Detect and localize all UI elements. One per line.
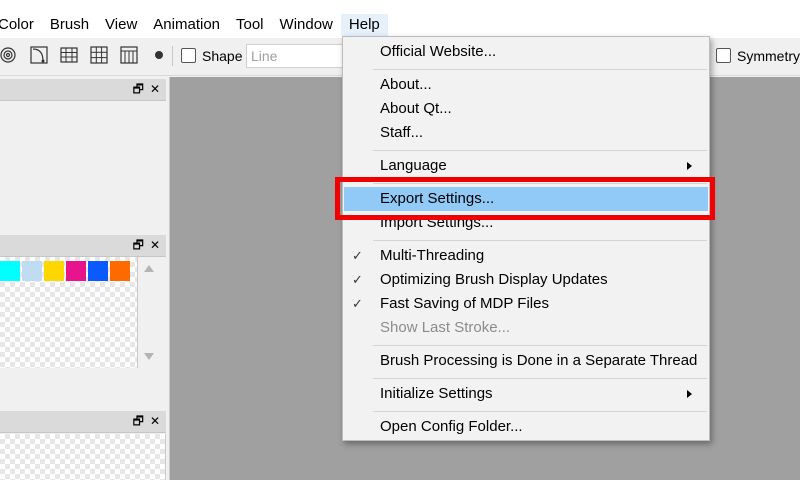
submenu-arrow-icon <box>687 390 692 398</box>
swatch-magenta[interactable] <box>66 261 86 281</box>
menu-initialize-settings[interactable]: Initialize Settings <box>344 382 708 406</box>
menu-window[interactable]: Window <box>272 14 341 36</box>
menu-view[interactable]: View <box>97 14 145 36</box>
scroll-down-icon[interactable] <box>144 353 154 360</box>
menu-separator <box>373 378 707 379</box>
swatch-yellow[interactable] <box>44 261 64 281</box>
checkmark-icon: ✓ <box>352 272 363 287</box>
menu-brush-processing-thread[interactable]: Brush Processing is Done in a Separate T… <box>344 349 708 373</box>
swatch-blue[interactable] <box>88 261 108 281</box>
menu-staff[interactable]: Staff... <box>344 121 708 145</box>
help-menu-dropdown: Official Website... About... About Qt...… <box>342 36 710 441</box>
perspective-grid-icon[interactable] <box>119 45 139 65</box>
shape-select[interactable]: Line <box>246 44 346 68</box>
menu-animation[interactable]: Animation <box>145 14 228 36</box>
panel-title-bar: 🗗 ✕ <box>0 235 166 257</box>
menu-color[interactable]: Color <box>0 14 42 36</box>
menu-multi-threading[interactable]: ✓ Multi-Threading <box>344 244 708 268</box>
close-panel-icon[interactable]: ✕ <box>150 414 160 428</box>
menu-bar-items: Color Brush View Animation Tool Window H… <box>0 14 388 36</box>
scroll-up-icon[interactable] <box>144 265 154 272</box>
float-panel-icon[interactable]: 🗗 <box>133 82 144 96</box>
menu-about-qt[interactable]: About Qt... <box>344 97 708 121</box>
menu-language[interactable]: Language <box>344 154 708 178</box>
menu-brush[interactable]: Brush <box>42 14 97 36</box>
shape-checkbox[interactable] <box>181 48 196 63</box>
menu-help[interactable]: Help <box>340 14 388 36</box>
curve-ruler-icon[interactable] <box>29 45 49 65</box>
menu-separator <box>373 69 707 70</box>
swatch-light-blue[interactable] <box>22 261 42 281</box>
menu-separator <box>373 411 707 412</box>
annotation-highlight-box <box>335 177 715 220</box>
parallel-grid-icon[interactable] <box>59 45 79 65</box>
panel-title-bar: 🗗 ✕ <box>0 79 166 101</box>
menu-official-website[interactable]: Official Website... <box>344 40 708 64</box>
swatch-orange[interactable] <box>110 261 130 281</box>
palette-scrollbar[interactable] <box>140 257 158 368</box>
menu-separator <box>373 240 707 241</box>
preview-panel[interactable] <box>0 434 166 480</box>
menu-separator <box>373 345 707 346</box>
menu-show-last-stroke: Show Last Stroke... <box>380 319 511 336</box>
dot-icon[interactable] <box>149 45 169 65</box>
submenu-arrow-icon <box>687 162 692 170</box>
swatch-cyan[interactable] <box>0 261 20 281</box>
symmetry-checkbox[interactable] <box>716 48 731 63</box>
menu-tool[interactable]: Tool <box>228 14 272 36</box>
toolbar-separator <box>172 46 173 66</box>
grid-icon[interactable] <box>89 45 109 65</box>
symmetry-label: Symmetry <box>737 48 800 64</box>
float-panel-icon[interactable]: 🗗 <box>133 414 144 428</box>
panel-title-bar: 🗗 ✕ <box>0 411 166 433</box>
checkmark-icon: ✓ <box>352 248 363 263</box>
close-panel-icon[interactable]: ✕ <box>150 82 160 96</box>
concentric-ruler-icon[interactable] <box>0 45 20 65</box>
checkmark-icon: ✓ <box>352 296 363 311</box>
shape-label: Shape <box>202 48 243 64</box>
menu-open-config-folder[interactable]: Open Config Folder... <box>344 415 708 439</box>
menu-about[interactable]: About... <box>344 73 708 97</box>
float-panel-icon[interactable]: 🗗 <box>133 238 144 252</box>
color-swatches <box>0 261 130 281</box>
close-panel-icon[interactable]: ✕ <box>150 238 160 252</box>
menu-optimizing-brush-display[interactable]: ✓ Optimizing Brush Display Updates <box>344 268 708 292</box>
menu-fast-saving-mdp[interactable]: ✓ Fast Saving of MDP Files <box>344 292 708 316</box>
menu-separator <box>373 150 707 151</box>
